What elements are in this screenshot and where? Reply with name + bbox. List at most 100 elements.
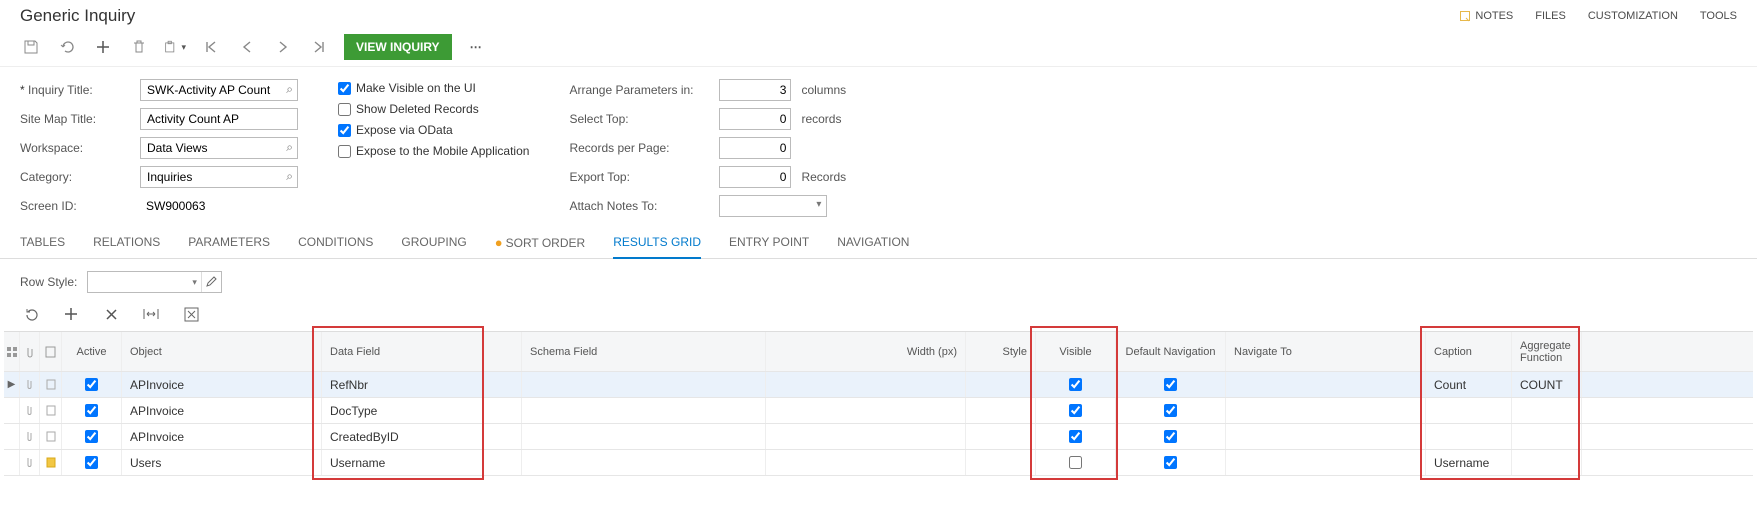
cell-aggregate[interactable] <box>1512 424 1582 449</box>
clip-icon[interactable] <box>20 424 40 449</box>
tab-entry-point[interactable]: ENTRY POINT <box>729 231 809 258</box>
workspace-input[interactable] <box>140 137 298 159</box>
chk-expose-odata[interactable]: Expose via OData <box>338 123 529 137</box>
select-top-input[interactable] <box>719 108 791 130</box>
formula-edit-icon[interactable] <box>201 272 221 292</box>
more-icon[interactable]: ⋯ <box>466 36 488 58</box>
cell-default-nav[interactable] <box>1116 372 1226 397</box>
cell-visible[interactable] <box>1036 450 1116 475</box>
tab-tables[interactable]: TABLES <box>20 231 65 258</box>
category-input[interactable] <box>140 166 298 188</box>
delete-icon[interactable] <box>128 36 150 58</box>
customization-link[interactable]: CUSTOMIZATION <box>1588 10 1678 22</box>
clipboard-icon[interactable]: ▾ <box>164 36 186 58</box>
active-checkbox[interactable] <box>85 430 98 443</box>
table-row[interactable]: UsersUsernameUsername <box>4 450 1753 476</box>
chk-make-visible-box[interactable] <box>338 82 351 95</box>
cell-active[interactable] <box>62 372 122 397</box>
cell-width[interactable] <box>766 372 966 397</box>
tab-grouping[interactable]: GROUPING <box>401 231 466 258</box>
visible-checkbox[interactable] <box>1069 378 1082 391</box>
cell-data-field[interactable]: Username <box>322 450 522 475</box>
cell-schema[interactable] <box>522 450 766 475</box>
refresh-icon[interactable] <box>20 303 42 325</box>
prev-icon[interactable] <box>236 36 258 58</box>
cell-object[interactable]: APInvoice <box>122 424 322 449</box>
cell-active[interactable] <box>62 450 122 475</box>
cell-style[interactable] <box>966 450 1036 475</box>
cell-navigate-to[interactable] <box>1226 424 1426 449</box>
undo-icon[interactable] <box>56 36 78 58</box>
col-caption[interactable]: Caption <box>1426 332 1512 371</box>
chk-expose-odata-box[interactable] <box>338 124 351 137</box>
table-row[interactable]: ▶APInvoiceRefNbrCountCOUNT <box>4 372 1753 398</box>
col-navigate-to[interactable]: Navigate To <box>1226 332 1426 371</box>
next-icon[interactable] <box>272 36 294 58</box>
cell-data-field[interactable]: DocType <box>322 398 522 423</box>
cell-style[interactable] <box>966 424 1036 449</box>
note-icon[interactable] <box>40 398 62 423</box>
chevron-down-icon[interactable]: ▾ <box>188 277 201 288</box>
last-icon[interactable] <box>308 36 330 58</box>
cell-visible[interactable] <box>1036 424 1116 449</box>
cell-aggregate[interactable] <box>1512 450 1582 475</box>
attach-notes-input[interactable] <box>719 195 827 217</box>
col-style[interactable]: Style <box>966 332 1036 371</box>
cell-data-field[interactable]: RefNbr <box>322 372 522 397</box>
cell-default-nav[interactable] <box>1116 424 1226 449</box>
arrange-params-input[interactable] <box>719 79 791 101</box>
cell-schema[interactable] <box>522 372 766 397</box>
col-aggregate[interactable]: Aggregate Function <box>1512 332 1582 371</box>
first-icon[interactable] <box>200 36 222 58</box>
active-checkbox[interactable] <box>85 378 98 391</box>
col-data-field[interactable]: Data Field <box>322 332 522 371</box>
tab-relations[interactable]: RELATIONS <box>93 231 160 258</box>
cell-aggregate[interactable]: COUNT <box>1512 372 1582 397</box>
add-icon[interactable] <box>92 36 114 58</box>
add-row-icon[interactable] <box>60 303 82 325</box>
notes-link[interactable]: NOTES <box>1459 10 1513 22</box>
chk-expose-mobile[interactable]: Expose to the Mobile Application <box>338 144 529 158</box>
visible-checkbox[interactable] <box>1069 404 1082 417</box>
active-checkbox[interactable] <box>85 456 98 469</box>
cell-style[interactable] <box>966 372 1036 397</box>
clip-icon[interactable] <box>20 450 40 475</box>
defnav-checkbox[interactable] <box>1164 378 1177 391</box>
cell-width[interactable] <box>766 398 966 423</box>
cell-active[interactable] <box>62 398 122 423</box>
col-active[interactable]: Active <box>62 332 122 371</box>
table-row[interactable]: APInvoiceDocType <box>4 398 1753 424</box>
note-icon[interactable] <box>40 450 62 475</box>
cell-object[interactable]: APInvoice <box>122 372 322 397</box>
records-per-page-input[interactable] <box>719 137 791 159</box>
note-icon[interactable] <box>40 424 62 449</box>
note-icon[interactable] <box>40 372 62 397</box>
defnav-checkbox[interactable] <box>1164 404 1177 417</box>
col-default-nav[interactable]: Default Navigation <box>1116 332 1226 371</box>
cell-width[interactable] <box>766 424 966 449</box>
col-object[interactable]: Object <box>122 332 322 371</box>
chk-expose-mobile-box[interactable] <box>338 145 351 158</box>
cell-caption[interactable]: Count <box>1426 372 1512 397</box>
tab-results-grid[interactable]: RESULTS GRID <box>613 231 701 258</box>
cell-width[interactable] <box>766 450 966 475</box>
fit-columns-icon[interactable] <box>140 303 162 325</box>
tab-conditions[interactable]: CONDITIONS <box>298 231 373 258</box>
col-schema-field[interactable]: Schema Field <box>522 332 766 371</box>
cell-caption[interactable]: Username <box>1426 450 1512 475</box>
table-row[interactable]: APInvoiceCreatedByID <box>4 424 1753 450</box>
cell-object[interactable]: Users <box>122 450 322 475</box>
clip-icon[interactable] <box>20 372 40 397</box>
cell-visible[interactable] <box>1036 372 1116 397</box>
col-visible[interactable]: Visible <box>1036 332 1116 371</box>
visible-checkbox[interactable] <box>1069 430 1082 443</box>
cell-schema[interactable] <box>522 398 766 423</box>
export-top-input[interactable] <box>719 166 791 188</box>
cell-caption[interactable] <box>1426 398 1512 423</box>
defnav-checkbox[interactable] <box>1164 456 1177 469</box>
view-inquiry-button[interactable]: VIEW INQUIRY <box>344 34 452 60</box>
delete-row-icon[interactable] <box>100 303 122 325</box>
cell-active[interactable] <box>62 424 122 449</box>
chk-make-visible[interactable]: Make Visible on the UI <box>338 81 529 95</box>
clip-icon[interactable] <box>20 398 40 423</box>
